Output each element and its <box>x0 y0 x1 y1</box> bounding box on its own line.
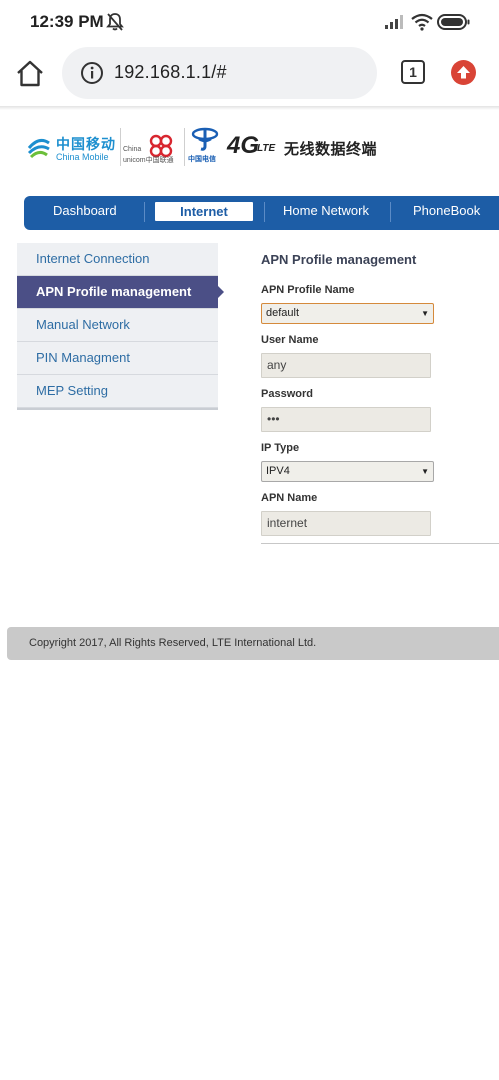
apn-profile-panel: APN Profile management APN Profile Name … <box>261 252 499 544</box>
bell-muted-icon <box>106 12 124 32</box>
password-label: Password <box>261 388 313 400</box>
signal-icon <box>384 14 404 35</box>
sidebar: Internet Connection APN Profile manageme… <box>17 243 224 410</box>
nav-dashboard[interactable]: Dashboard <box>53 196 117 230</box>
nav-phonebook[interactable]: PhoneBook <box>413 196 480 230</box>
user-name-label: User Name <box>261 334 319 346</box>
china-telecom-logo: 中国电信 <box>186 124 224 170</box>
china-unicom-en1: China <box>123 146 142 153</box>
nav-separator <box>264 202 265 222</box>
ip-type-value: IPV4 <box>266 465 290 477</box>
browser-toolbar: 192.168.1.1/# 1 <box>0 44 499 108</box>
china-mobile-en: China Mobile <box>56 152 109 162</box>
status-time: 12:39 PM <box>30 12 104 31</box>
china-unicom-en2: unicom中国联通 <box>123 157 174 164</box>
sidebar-item-apn-profile[interactable]: APN Profile management <box>17 276 224 309</box>
carrier-logos: 中国移动 China Mobile China unicom中国联通 中国电信 … <box>22 124 392 170</box>
password-input[interactable]: ••• <box>261 407 431 432</box>
info-icon[interactable] <box>80 61 104 85</box>
wifi-icon <box>411 13 433 36</box>
panel-divider <box>261 543 499 544</box>
apn-name-input[interactable]: internet <box>261 511 431 536</box>
china-mobile-icon <box>27 138 50 159</box>
nav-separator <box>390 202 391 222</box>
lte-terminal-logo: 4G LTE 无线数据终端 <box>227 130 392 164</box>
sidebar-item-pin-management[interactable]: PIN Managment <box>17 342 218 375</box>
main-nav: Dashboard Internet Home Network PhoneBoo… <box>24 196 499 230</box>
lte-cn-text: 无线数据终端 <box>284 141 378 158</box>
toolbar-shadow <box>0 106 499 110</box>
dropdown-arrow-icon: ▼ <box>421 467 429 476</box>
footer: Copyright 2017, All Rights Reserved, LTE… <box>7 627 499 660</box>
ip-type-select[interactable]: IPV4 ▼ <box>261 461 434 482</box>
user-name-input[interactable]: any <box>261 353 431 378</box>
sidebar-bottom-border <box>17 408 218 410</box>
logo-divider <box>120 128 121 166</box>
sidebar-item-manual-network[interactable]: Manual Network <box>17 309 218 342</box>
nav-internet[interactable]: Internet <box>155 202 253 221</box>
china-unicom-logo: China unicom中国联通 <box>122 128 182 168</box>
china-telecom-icon <box>191 127 219 151</box>
nav-home-network[interactable]: Home Network <box>283 196 369 230</box>
home-button[interactable] <box>14 58 46 90</box>
lte-4g-text: 4G <box>227 132 260 159</box>
dropdown-arrow-icon: ▼ <box>421 309 429 318</box>
panel-title: APN Profile management <box>261 252 417 267</box>
apn-profile-name-select[interactable]: default ▼ <box>261 303 434 324</box>
logo-divider <box>184 128 185 166</box>
update-button[interactable] <box>451 60 476 85</box>
battery-icon <box>437 13 471 36</box>
tab-switcher-button[interactable]: 1 <box>401 60 425 84</box>
copyright-text: Copyright 2017, All Rights Reserved, LTE… <box>29 637 317 649</box>
apn-profile-name-value: default <box>266 307 300 319</box>
address-bar[interactable]: 192.168.1.1/# <box>62 47 377 99</box>
sidebar-item-mep-setting[interactable]: MEP Setting <box>17 375 218 408</box>
apn-name-label: APN Name <box>261 492 318 504</box>
ip-type-label: IP Type <box>261 442 300 454</box>
sidebar-item-internet-connection[interactable]: Internet Connection <box>17 243 218 276</box>
nav-separator <box>144 202 145 222</box>
apn-profile-name-label: APN Profile Name <box>261 284 355 296</box>
url-text[interactable]: 192.168.1.1/# <box>114 62 227 83</box>
lte-sup-text: LTE <box>257 143 276 154</box>
arrow-up-icon <box>457 66 470 79</box>
china-mobile-logo: 中国移动 China Mobile <box>22 128 118 168</box>
china-mobile-cn: 中国移动 <box>56 136 116 152</box>
china-telecom-cn: 中国电信 <box>188 156 216 163</box>
status-bar: 12:39 PM <box>0 0 499 44</box>
home-icon <box>17 60 43 87</box>
